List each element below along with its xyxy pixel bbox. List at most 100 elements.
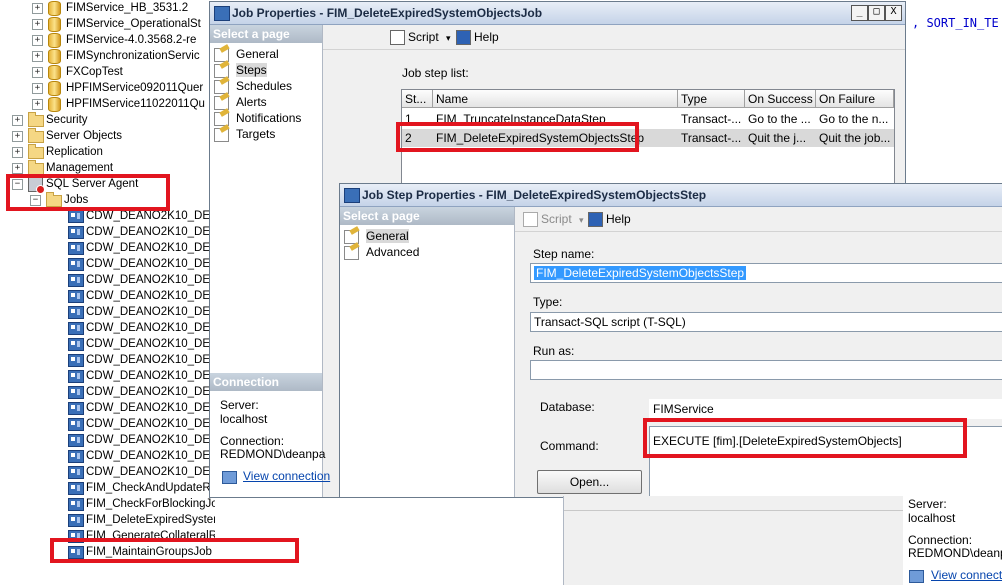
grid-column-header[interactable]: St...	[402, 90, 433, 108]
step-name-input[interactable]: FIM_DeleteExpiredSystemObjectsStep	[530, 263, 1002, 283]
grid-cell[interactable]: Quit the j...	[745, 129, 816, 147]
tree-job-item[interactable]: CDW_DEANO2K10_DE	[0, 288, 215, 304]
help-button[interactable]: Help	[588, 211, 631, 227]
tree-node-label: Jobs	[64, 194, 89, 206]
tree-database-item[interactable]: + FIMService-4.0.3568.2-re	[0, 32, 215, 48]
grid-column-header[interactable]: On Failure	[816, 90, 894, 108]
page-general[interactable]: General	[214, 46, 279, 62]
script-button[interactable]: Script ▾	[523, 211, 584, 227]
tree-job-item[interactable]: FIM_CheckForBlockingJob	[0, 496, 215, 512]
tree-job-item[interactable]: CDW_DEANO2K10_DE	[0, 256, 215, 272]
expand-icon[interactable]: +	[12, 163, 23, 174]
tree-job-item[interactable]: CDW_DEANO2K10_DE	[0, 400, 215, 416]
view-connection-link[interactable]: View connection	[243, 469, 330, 483]
close-button[interactable]: X	[885, 5, 902, 21]
grid-cell[interactable]: Quit the job...	[816, 129, 894, 147]
tree-job-item[interactable]: CDW_DEANO2K10_DE	[0, 448, 215, 464]
tree-job-item[interactable]: CDW_DEANO2K10_DE	[0, 208, 215, 224]
job-icon	[214, 6, 230, 21]
sql-server-agent-icon	[28, 177, 45, 194]
tree-database-item[interactable]: + HPFIMService11022011Qu	[0, 96, 215, 112]
minimize-button[interactable]: _	[851, 5, 868, 21]
code-editor-fragment: , SORT_IN_TE	[912, 16, 999, 30]
tree-job-item[interactable]: CDW_DEANO2K10_DE	[0, 336, 215, 352]
tree-job-item[interactable]: CDW_DEANO2K10_DEANO2K10_9	[0, 464, 215, 480]
tree-node-label: SQL Server Agent	[46, 178, 139, 190]
tree-node-replication[interactable]: + Replication	[0, 144, 215, 160]
expand-icon[interactable]: +	[32, 3, 43, 14]
tree-database-item[interactable]: + FIMService_OperationalSt	[0, 16, 215, 32]
expand-icon[interactable]: +	[32, 35, 43, 46]
grid-cell[interactable]: FIM_DeleteExpiredSystemObjectsStep	[433, 129, 678, 147]
tree-job-item[interactable]: FIM_GenerateCollateralRequests	[0, 528, 215, 544]
page-general[interactable]: General	[344, 228, 409, 244]
tree-node-label: CDW_DEANO2K10_DE	[86, 450, 210, 462]
tree-job-item[interactable]: CDW_DEANO2K10_DE	[0, 416, 215, 432]
tree-job-item[interactable]: CDW_DEANO2K10_DE	[0, 352, 215, 368]
command-label: Command:	[540, 439, 599, 453]
expand-icon[interactable]: +	[12, 131, 23, 142]
expand-icon[interactable]: +	[32, 99, 43, 110]
expand-icon[interactable]: +	[32, 83, 43, 94]
select-a-page-header: Select a page	[340, 207, 514, 225]
tree-job-item[interactable]: FIM_MaintainGroupsJob	[0, 544, 215, 560]
page-icon	[214, 128, 229, 142]
tree-node-jobs[interactable]: − Jobs	[0, 192, 215, 208]
tree-job-item[interactable]: CDW_DEANO2K10_DE	[0, 240, 215, 256]
grid-column-header[interactable]: Type	[678, 90, 745, 108]
grid-cell[interactable]: Transact-...	[678, 110, 745, 128]
tree-node-label: CDW_DEANO2K10_DE	[86, 210, 210, 222]
expand-icon[interactable]: +	[32, 67, 43, 78]
grid-column-header[interactable]: Name	[433, 90, 678, 108]
expand-icon[interactable]: +	[12, 147, 23, 158]
tree-node-security[interactable]: + Security	[0, 112, 215, 128]
run-as-select[interactable]	[530, 360, 1002, 380]
tree-node-management[interactable]: + Management	[0, 160, 215, 176]
tree-database-item[interactable]: + FIMSynchronizationServic	[0, 48, 215, 64]
tree-job-item[interactable]: CDW_DEANO2K10_DE	[0, 304, 215, 320]
tree-database-item[interactable]: + FXCopTest	[0, 64, 215, 80]
maximize-button[interactable]: □	[868, 5, 885, 21]
view-connection-icon	[222, 471, 237, 484]
view-connection-link[interactable]: View connection	[931, 568, 1002, 582]
tree-node-label: CDW_DEANO2K10_DE	[86, 274, 210, 286]
command-textarea[interactable]: EXECUTE [fim].[DeleteExpiredSystemObject…	[649, 426, 1002, 497]
tree-node-sql-server-agent[interactable]: − SQL Server Agent	[0, 176, 215, 194]
grid-cell[interactable]: FIM_TruncateInstanceDataStep	[433, 110, 678, 128]
tree-job-item[interactable]: CDW_DEANO2K10_DE	[0, 384, 215, 400]
tree-node-server-objects[interactable]: + Server Objects	[0, 128, 215, 144]
collapse-icon[interactable]: −	[12, 179, 23, 190]
tree-job-item[interactable]: CDW_DEANO2K10_DE	[0, 272, 215, 288]
page-advanced[interactable]: Advanced	[344, 244, 419, 260]
tree-job-item[interactable]: CDW_DEANO2K10_DE	[0, 432, 215, 448]
page-label: Notifications	[236, 111, 302, 125]
grid-cell[interactable]: Go to the n...	[816, 110, 894, 128]
tree-node-label: CDW_DEANO2K10_DE	[86, 258, 210, 270]
collapse-icon[interactable]: −	[30, 195, 41, 206]
page-steps[interactable]: Steps	[214, 62, 267, 78]
database-select[interactable]: FIMService	[649, 399, 1002, 419]
grid-cell[interactable]: 2	[402, 129, 433, 147]
type-select[interactable]: Transact-SQL script (T-SQL)	[530, 312, 1002, 332]
grid-column-header[interactable]: On Success	[745, 90, 816, 108]
job-step-properties-title: Job Step Properties - FIM_DeleteExpiredS…	[362, 188, 707, 202]
tree-job-item[interactable]: CDW_DEANO2K10_DE	[0, 224, 215, 240]
open-button[interactable]: Open...	[537, 470, 642, 494]
tree-job-item[interactable]: CDW_DEANO2K10_DE	[0, 320, 215, 336]
database-icon	[48, 49, 61, 64]
grid-cell[interactable]: Go to the ...	[745, 110, 816, 128]
help-button[interactable]: Help	[456, 29, 499, 45]
expand-icon[interactable]: +	[12, 115, 23, 126]
page-alerts[interactable]: Alerts	[214, 94, 267, 110]
tree-database-item[interactable]: + FIMService_HB_3531.2	[0, 0, 215, 16]
expand-icon[interactable]: +	[32, 19, 43, 30]
tree-job-item[interactable]: FIM_CheckAndUpdateReportingJobStatusJob	[0, 480, 215, 496]
tree-job-item[interactable]: CDW_DEANO2K10_DE	[0, 368, 215, 384]
tree-database-item[interactable]: + HPFIMService092011Quer	[0, 80, 215, 96]
script-button[interactable]: Script ▾	[390, 29, 451, 45]
grid-cell[interactable]: 1	[402, 110, 433, 128]
page-targets[interactable]: Targets	[214, 126, 275, 142]
grid-cell[interactable]: Transact-...	[678, 129, 745, 147]
tree-job-item[interactable]: FIM_DeleteExpiredSystemObjectsJob	[0, 512, 215, 528]
expand-icon[interactable]: +	[32, 51, 43, 62]
